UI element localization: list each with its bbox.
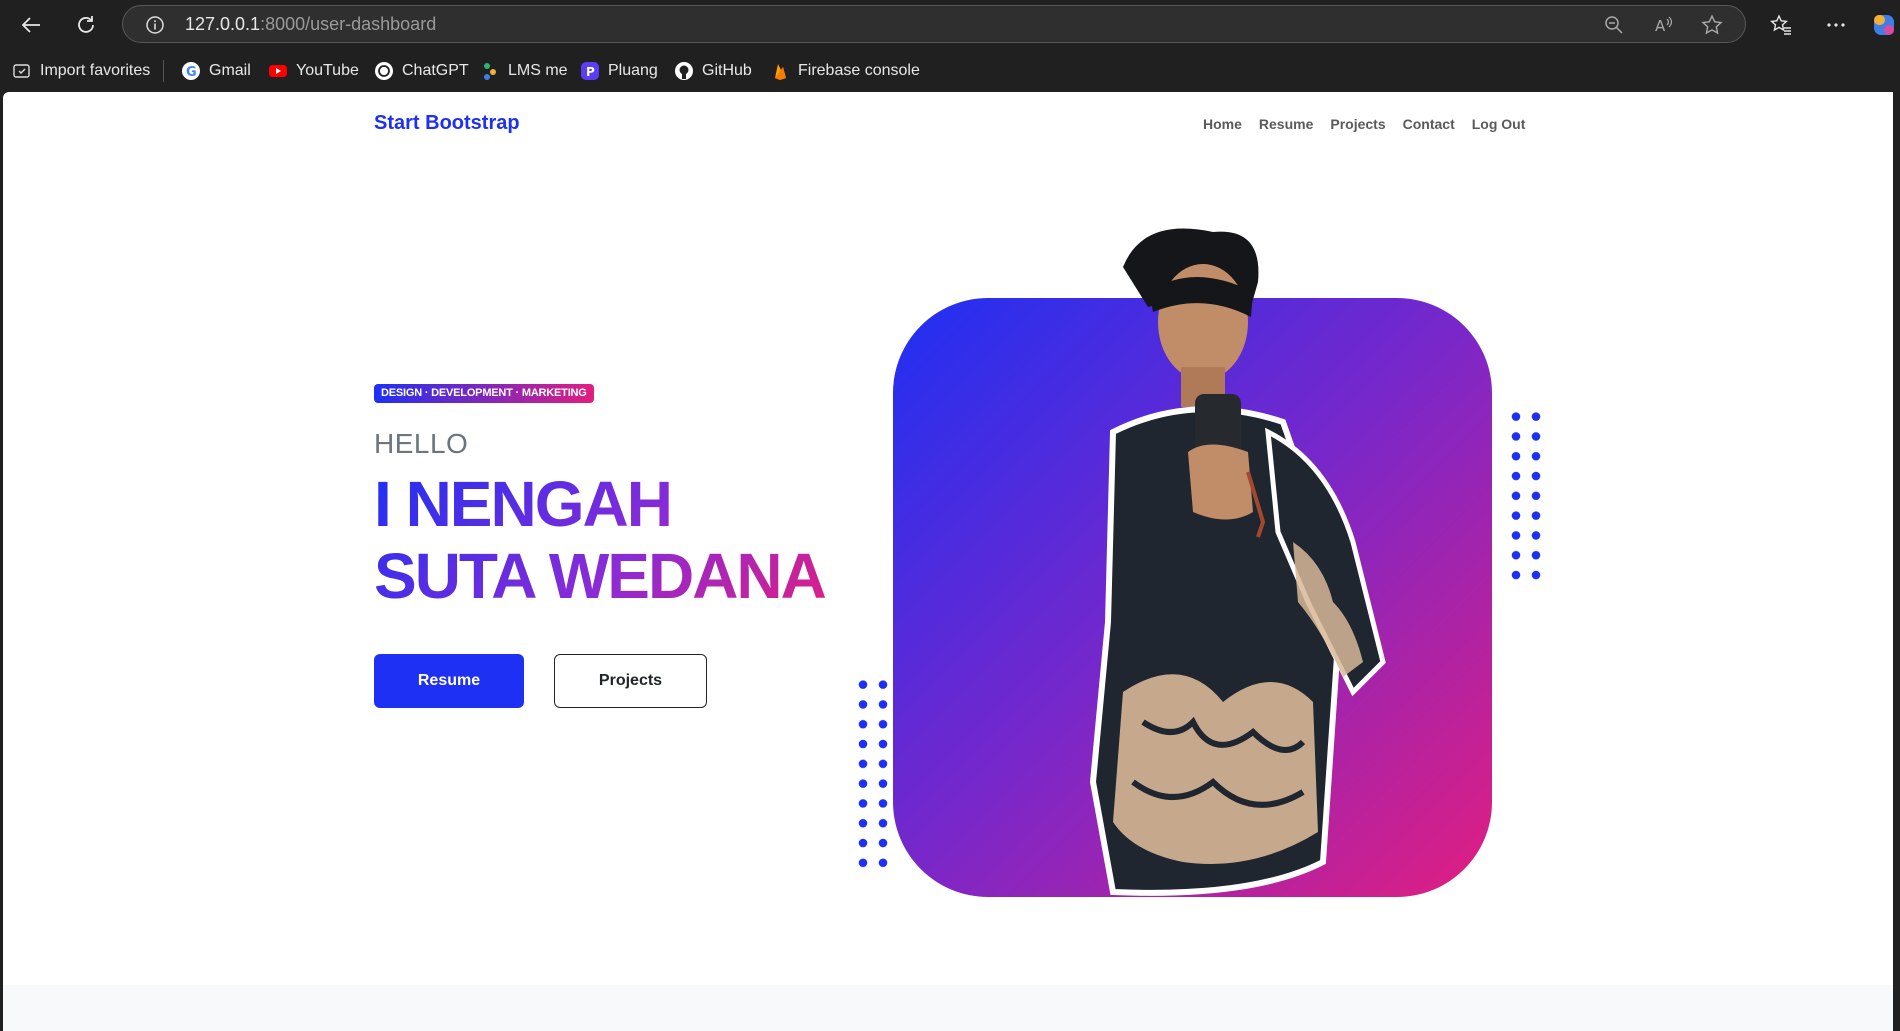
browser-toolbar: 127.0.0.1:8000/user-dashboard A: [0, 0, 1900, 50]
chatgpt-icon: [374, 61, 394, 81]
youtube-icon: [268, 61, 288, 81]
more-menu-icon[interactable]: [1818, 7, 1854, 43]
refresh-icon[interactable]: [68, 7, 104, 43]
nav-link-contact[interactable]: Contact: [1403, 116, 1455, 132]
navbar-links: Home Resume Projects Contact Log Out: [1203, 116, 1525, 132]
bookmark-firebase[interactable]: Firebase console: [770, 50, 920, 92]
site-info-icon[interactable]: [145, 15, 165, 35]
hero-tagline-badge: DESIGN · DEVELOPMENT · MARKETING: [374, 384, 594, 403]
bookmarks-divider: [163, 60, 164, 82]
bookmarks-bar: Import favorites G Gmail YouTube ChatGPT…: [0, 50, 1900, 92]
nav-link-resume[interactable]: Resume: [1259, 116, 1313, 132]
read-aloud-icon[interactable]: A: [1653, 14, 1675, 36]
google-icon: G: [181, 61, 201, 81]
nav-link-logout[interactable]: Log Out: [1472, 116, 1526, 132]
svg-text:G: G: [186, 65, 197, 80]
back-icon[interactable]: [13, 7, 49, 43]
bookmark-gmail[interactable]: G Gmail: [181, 50, 251, 92]
hero-greeting: HELLO: [374, 428, 469, 459]
copilot-icon[interactable]: [1866, 7, 1900, 43]
favorites-icon[interactable]: [1763, 7, 1799, 43]
page-viewport: Start Bootstrap Home Resume Projects Con…: [3, 92, 1893, 1031]
favorite-star-icon[interactable]: [1701, 14, 1723, 36]
bookmark-chatgpt[interactable]: ChatGPT: [374, 50, 469, 92]
firebase-icon: [770, 61, 790, 81]
bookmark-github[interactable]: GitHub: [674, 50, 752, 92]
lms-icon: [480, 61, 500, 81]
navbar-brand[interactable]: Start Bootstrap: [374, 112, 520, 135]
import-favorites-icon: [12, 61, 32, 81]
profile-photo: [1089, 228, 1386, 896]
section-divider-strip: [3, 985, 1893, 1031]
nav-link-home[interactable]: Home: [1203, 116, 1242, 132]
pluang-icon: P: [580, 61, 600, 81]
bookmark-lms[interactable]: LMS me: [480, 50, 568, 92]
projects-button[interactable]: Projects: [554, 654, 707, 708]
nav-link-projects[interactable]: Projects: [1330, 116, 1385, 132]
resume-button[interactable]: Resume: [374, 654, 524, 708]
address-url[interactable]: 127.0.0.1:8000/user-dashboard: [185, 6, 436, 42]
address-bar[interactable]: 127.0.0.1:8000/user-dashboard A: [122, 5, 1746, 43]
hero-name-heading: I NENGAH SUTA WEDANA: [374, 468, 844, 612]
svg-text:P: P: [586, 65, 595, 79]
bookmark-pluang[interactable]: P Pluang: [580, 50, 658, 92]
zoom-icon[interactable]: [1603, 14, 1625, 36]
bookmark-youtube[interactable]: YouTube: [268, 50, 359, 92]
page-scrollbar[interactable]: [1893, 92, 1900, 1031]
github-icon: [674, 61, 694, 81]
bookmark-import-favorites[interactable]: Import favorites: [12, 50, 150, 92]
svg-text:A: A: [1655, 17, 1666, 35]
